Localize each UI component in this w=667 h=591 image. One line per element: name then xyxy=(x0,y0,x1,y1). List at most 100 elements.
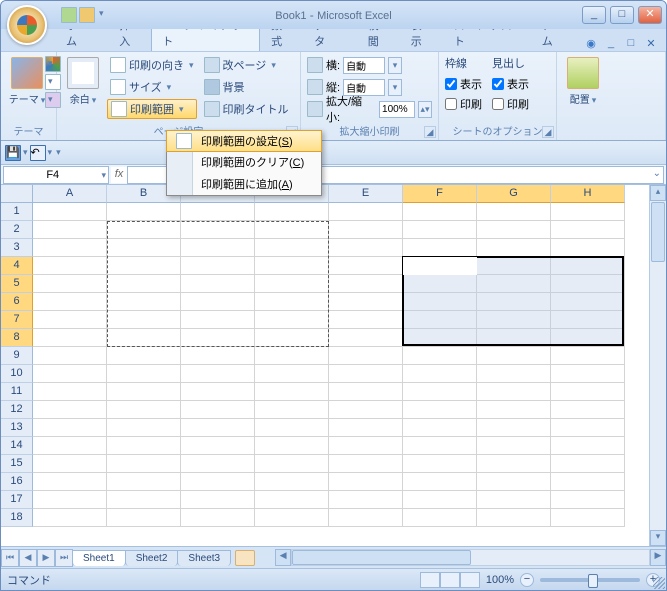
cell[interactable] xyxy=(33,383,107,401)
cell[interactable] xyxy=(403,383,477,401)
mdi-restore-icon[interactable]: □ xyxy=(624,37,638,51)
cell[interactable] xyxy=(255,509,329,527)
cell[interactable] xyxy=(107,437,181,455)
background-button[interactable]: 背景 xyxy=(201,77,292,97)
cell[interactable] xyxy=(329,419,403,437)
cell[interactable] xyxy=(403,203,477,221)
menu-clear-print-area[interactable]: 印刷範囲のクリア(C) xyxy=(167,151,321,173)
scale-input[interactable] xyxy=(379,101,415,118)
cell[interactable] xyxy=(33,329,107,347)
row-header[interactable]: 11 xyxy=(1,383,33,401)
cell[interactable] xyxy=(33,365,107,383)
cell[interactable] xyxy=(181,383,255,401)
cell[interactable] xyxy=(329,239,403,257)
cell[interactable] xyxy=(477,491,551,509)
cell[interactable] xyxy=(107,347,181,365)
scroll-left-button[interactable]: ◀ xyxy=(275,549,291,566)
print-titles-button[interactable]: 印刷タイトル xyxy=(201,99,292,119)
cell[interactable] xyxy=(181,365,255,383)
cell[interactable] xyxy=(33,311,107,329)
cell[interactable] xyxy=(551,221,625,239)
cell[interactable] xyxy=(551,473,625,491)
cell[interactable] xyxy=(477,419,551,437)
minimize-button[interactable]: _ xyxy=(582,6,606,24)
row-header[interactable]: 14 xyxy=(1,437,33,455)
cell[interactable] xyxy=(477,221,551,239)
cell[interactable] xyxy=(329,437,403,455)
col-header[interactable]: H xyxy=(551,185,625,203)
close-button[interactable]: ✕ xyxy=(638,6,662,24)
cell[interactable] xyxy=(551,509,625,527)
help-icon[interactable]: ◉ xyxy=(584,37,598,51)
cell[interactable] xyxy=(403,509,477,527)
themes-button[interactable]: テーマ xyxy=(7,55,47,108)
size-button[interactable]: サイズ xyxy=(107,77,197,97)
cell[interactable] xyxy=(255,455,329,473)
cell[interactable] xyxy=(107,491,181,509)
cell[interactable] xyxy=(551,239,625,257)
new-sheet-button[interactable] xyxy=(235,550,255,566)
cell[interactable] xyxy=(477,455,551,473)
width-drop-icon[interactable]: ▾ xyxy=(388,57,402,74)
cell[interactable] xyxy=(181,455,255,473)
vscroll-thumb[interactable] xyxy=(651,202,665,262)
fx-icon[interactable]: fx xyxy=(111,167,127,183)
row-header[interactable]: 10 xyxy=(1,365,33,383)
cell[interactable] xyxy=(255,203,329,221)
cell[interactable] xyxy=(329,221,403,239)
cell[interactable] xyxy=(403,437,477,455)
sheet-tab[interactable]: Sheet3 xyxy=(177,550,231,566)
cell[interactable] xyxy=(551,347,625,365)
select-all-corner[interactable] xyxy=(1,185,33,203)
cell[interactable] xyxy=(403,473,477,491)
view-layout-button[interactable] xyxy=(440,572,460,588)
cell[interactable] xyxy=(33,203,107,221)
row-header[interactable]: 16 xyxy=(1,473,33,491)
cell[interactable] xyxy=(551,383,625,401)
cell[interactable] xyxy=(255,437,329,455)
cell[interactable] xyxy=(477,437,551,455)
gridlines-view-checkbox[interactable]: 表示 xyxy=(445,75,482,93)
cell[interactable] xyxy=(329,311,403,329)
row-header[interactable]: 6 xyxy=(1,293,33,311)
row-header[interactable]: 15 xyxy=(1,455,33,473)
row-header[interactable]: 12 xyxy=(1,401,33,419)
cell[interactable] xyxy=(329,293,403,311)
cell[interactable] xyxy=(551,491,625,509)
scroll-down-button[interactable]: ▾ xyxy=(650,530,666,546)
cell[interactable] xyxy=(255,383,329,401)
cell[interactable] xyxy=(107,203,181,221)
cell[interactable] xyxy=(477,383,551,401)
cell[interactable] xyxy=(329,203,403,221)
headings-view-checkbox[interactable]: 表示 xyxy=(492,75,529,93)
col-header[interactable]: A xyxy=(33,185,107,203)
name-box[interactable]: F4 xyxy=(3,166,109,184)
cell[interactable] xyxy=(107,473,181,491)
zoom-level[interactable]: 100% xyxy=(486,574,514,586)
qat-save-icon[interactable]: 💾 xyxy=(5,145,21,161)
cell[interactable] xyxy=(551,401,625,419)
cell[interactable] xyxy=(551,455,625,473)
col-header[interactable]: F xyxy=(403,185,477,203)
cell[interactable] xyxy=(477,401,551,419)
row-header[interactable]: 5 xyxy=(1,275,33,293)
sheet-nav-last[interactable]: ⏭ xyxy=(55,549,73,567)
menu-set-print-area[interactable]: 印刷範囲の設定(S) xyxy=(166,130,322,152)
row-header[interactable]: 13 xyxy=(1,419,33,437)
cell[interactable] xyxy=(33,293,107,311)
cell[interactable] xyxy=(477,365,551,383)
cell[interactable] xyxy=(33,257,107,275)
qat-item-icon[interactable] xyxy=(79,7,95,23)
cell[interactable] xyxy=(181,347,255,365)
headings-print-checkbox[interactable]: 印刷 xyxy=(492,95,529,113)
qat-undo-drop[interactable]: ▾ xyxy=(48,147,53,158)
cell[interactable] xyxy=(107,383,181,401)
cell[interactable] xyxy=(181,419,255,437)
cell[interactable] xyxy=(329,455,403,473)
office-button[interactable] xyxy=(7,5,47,45)
cell[interactable] xyxy=(477,509,551,527)
mdi-minimize-icon[interactable]: _ xyxy=(604,37,618,51)
row-header[interactable]: 3 xyxy=(1,239,33,257)
cell[interactable] xyxy=(255,365,329,383)
hscroll-thumb[interactable] xyxy=(292,550,470,565)
